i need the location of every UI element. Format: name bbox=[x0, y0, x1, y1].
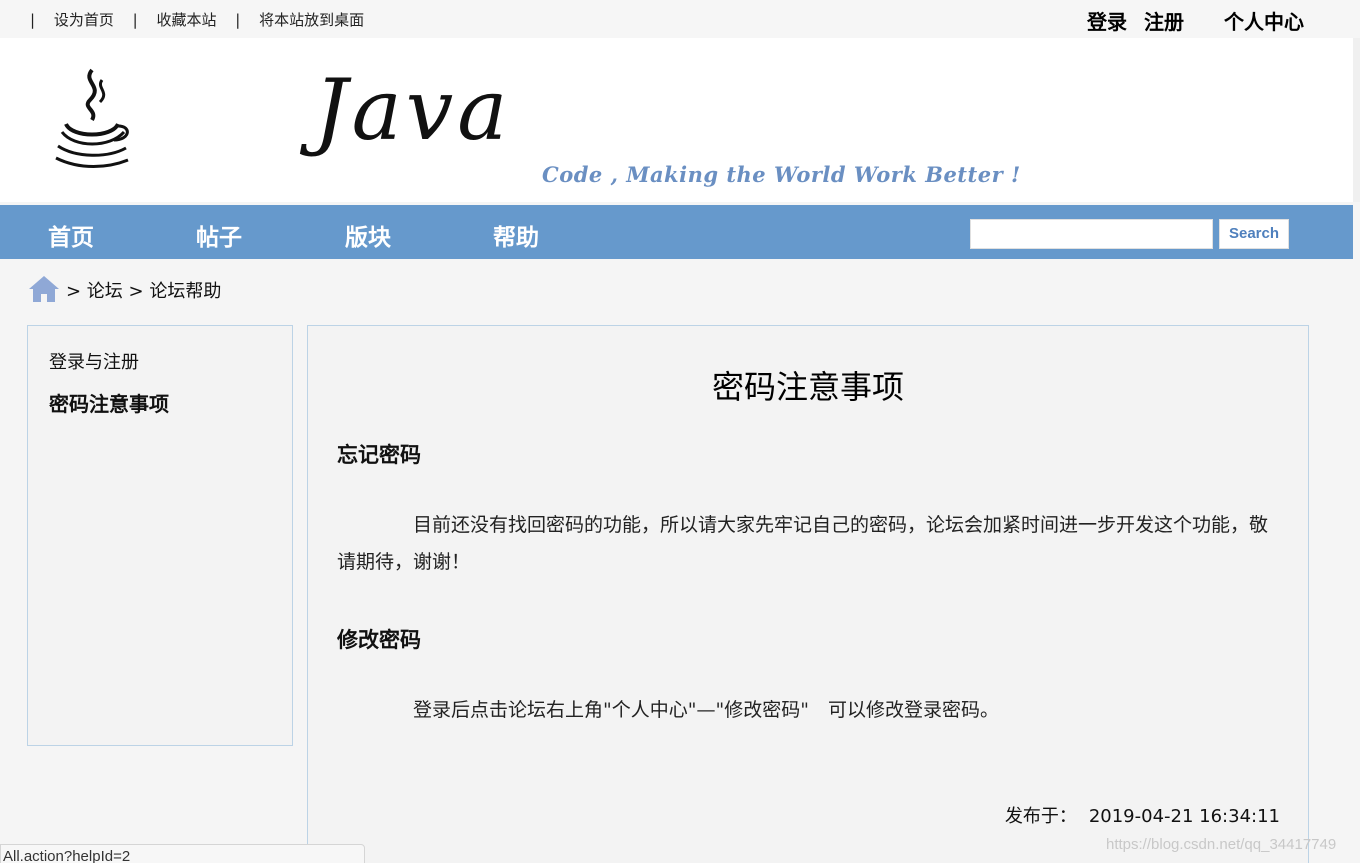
profile-link[interactable]: 个人中心 bbox=[1224, 10, 1304, 34]
watermark: https://blog.csdn.net/qq_34417749 bbox=[1106, 836, 1337, 853]
register-link[interactable]: 注册 bbox=[1144, 10, 1184, 34]
java-cup-icon bbox=[52, 68, 132, 176]
section-body-change-password: 登录后点击论坛右上角"个人中心"—"修改密码" 可以修改登录密码。 bbox=[413, 699, 999, 721]
set-homepage-link[interactable]: 设为首页 bbox=[54, 11, 114, 29]
main-nav: 首页 帖子 版块 帮助 Search bbox=[0, 205, 1353, 259]
nav-boards[interactable]: 版块 bbox=[345, 218, 391, 252]
published-label: 发布于： bbox=[1004, 806, 1077, 827]
separator: | bbox=[235, 11, 241, 29]
status-bar-url: All.action?helpId=2 bbox=[0, 844, 365, 863]
site-banner: Java Code , Making the World Work Better… bbox=[0, 38, 1360, 202]
published-info: 发布于： 2019-04-21 16:34:11 bbox=[1005, 802, 1280, 828]
bookmark-link[interactable]: 收藏本站 bbox=[156, 11, 216, 29]
profile-links: 个人中心 bbox=[1224, 6, 1304, 35]
home-icon[interactable] bbox=[28, 275, 60, 308]
search-button[interactable]: Search bbox=[1219, 219, 1289, 249]
login-link[interactable]: 登录 bbox=[1087, 10, 1127, 34]
nav-posts[interactable]: 帖子 bbox=[196, 218, 242, 252]
section-body-forgot-password: 目前还没有找回密码的功能，所以请大家先牢记自己的密码，论坛会加紧时间进一步开发这… bbox=[337, 514, 1269, 573]
java-wordmark: Java bbox=[314, 61, 512, 159]
auth-links: 登录 注册 bbox=[1087, 6, 1184, 35]
article-title: 密码注意事项 bbox=[711, 368, 904, 406]
search-input[interactable] bbox=[970, 219, 1213, 249]
help-article: 密码注意事项 忘记密码 目前还没有找回密码的功能，所以请大家先牢记自己的密码，论… bbox=[307, 325, 1309, 863]
help-sidebar: 登录与注册 密码注意事项 bbox=[27, 325, 293, 746]
page-edge bbox=[1353, 38, 1360, 202]
top-links: | 设为首页 | 收藏本站 | 将本站放到桌面 bbox=[30, 9, 378, 30]
nav-help[interactable]: 帮助 bbox=[493, 218, 539, 252]
nav-home[interactable]: 首页 bbox=[48, 218, 94, 252]
separator: | bbox=[30, 11, 36, 29]
section-heading-change-password: 修改密码 bbox=[337, 627, 421, 652]
top-bar: | 设为首页 | 收藏本站 | 将本站放到桌面 登录 注册 个人中心 bbox=[0, 0, 1360, 38]
sidebar-item-login-register[interactable]: 登录与注册 bbox=[49, 348, 139, 374]
breadcrumb-trail: > 论坛 > 论坛帮助 bbox=[66, 281, 222, 302]
sidebar-item-password-notes[interactable]: 密码注意事项 bbox=[49, 388, 169, 417]
desktop-shortcut-link[interactable]: 将本站放到桌面 bbox=[259, 11, 364, 29]
section-heading-forgot-password: 忘记密码 bbox=[337, 442, 421, 467]
published-date: 2019-04-21 16:34:11 bbox=[1088, 806, 1280, 827]
slogan: Code , Making the World Work Better ! bbox=[542, 162, 1021, 187]
separator: | bbox=[132, 11, 138, 29]
